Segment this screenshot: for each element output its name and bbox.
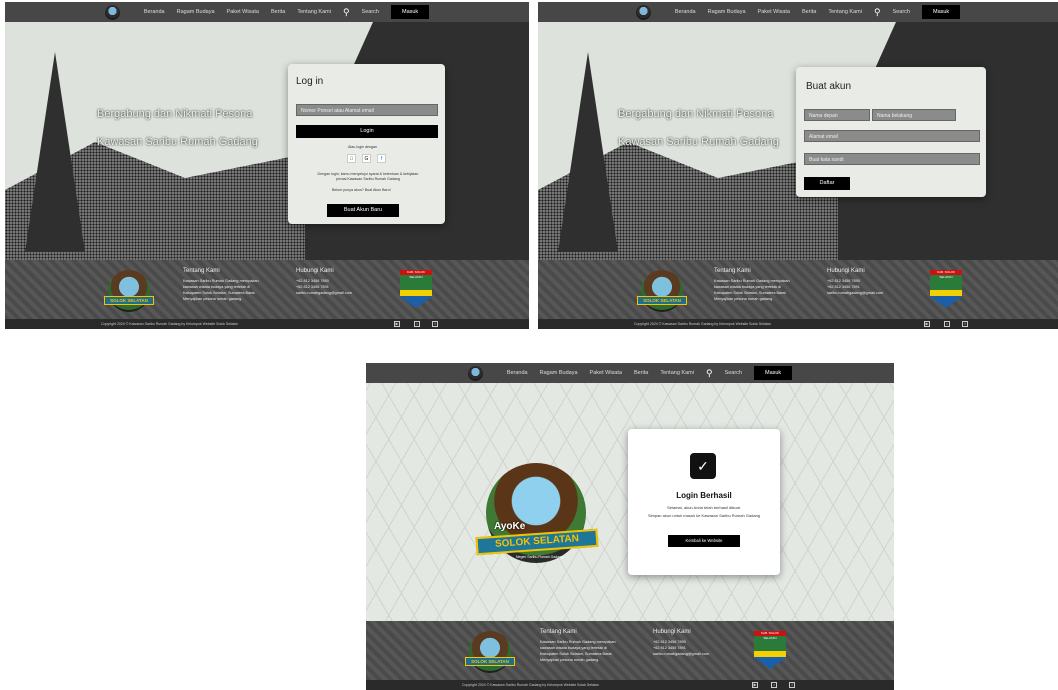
brand-logo: AyoKe SOLOK SELATAN Negeri Saribu Rumah …	[475, 463, 599, 563]
signup-card: Buat akun Nama depan Nama belakang Alama…	[796, 67, 986, 197]
regency-crest-icon: KAB. SOLOK SELATAN	[930, 270, 962, 308]
success-card: ✓ Login Berhasil Selamat, akun Anda tela…	[628, 429, 780, 575]
regency-crest-icon: KAB. SOLOK SELATAN	[754, 631, 786, 669]
youtube-icon[interactable]: ▶	[752, 682, 758, 688]
signup-screen: Beranda Ragam Budaya Paket Wisata Berita…	[538, 2, 1058, 329]
signup-title: Buat akun	[806, 81, 852, 92]
nav-ragam-budaya[interactable]: Ragam Budaya	[540, 370, 578, 376]
about-section: Tentang Kami Kawasan Saribu Rumah Gadang…	[714, 268, 790, 301]
nav-beranda[interactable]: Beranda	[675, 9, 696, 15]
copyright-bar: Copyright 2024 © Kawasan Saribu Rumah Ga…	[5, 319, 529, 329]
masuk-button[interactable]: Masuk	[921, 5, 961, 19]
instagram-icon[interactable]: ○	[944, 321, 950, 327]
footer: SOLOK SELATAN Tentang Kami Kawasan Sarib…	[5, 260, 529, 319]
facebook-icon[interactable]: f	[377, 154, 386, 163]
nav-paket-wisata[interactable]: Paket Wisata	[590, 370, 622, 376]
new-account-button[interactable]: Buat Akun Baru	[327, 204, 399, 217]
hero-line-2: Kawasan Saribu Rumah Gadang	[618, 136, 779, 148]
facebook-footer-icon[interactable]: f	[962, 321, 968, 327]
contact-section: Hubungi Kami +62 812 3456 7890 +62 812 34…	[653, 629, 709, 656]
masuk-button[interactable]: Masuk	[753, 366, 793, 380]
apple-icon[interactable]: 	[347, 154, 356, 163]
top-nav: Beranda Ragam Budaya Paket Wisata Berita…	[366, 363, 894, 383]
daftar-button[interactable]: Daftar	[804, 177, 850, 190]
instagram-icon[interactable]: ○	[414, 321, 420, 327]
brand-logo-icon: SOLOK SELATAN	[637, 270, 687, 312]
search-icon[interactable]: ⚲	[874, 7, 881, 18]
hero-line-1: Bergabung dan Nikmati Pesona	[97, 108, 253, 120]
copyright-text: Copyright 2024 © Kawasan Saribu Rumah Ga…	[634, 322, 771, 326]
facebook-footer-icon[interactable]: f	[432, 321, 438, 327]
site-logo-icon[interactable]	[635, 4, 651, 20]
hero-line-2: Kawasan Saribu Rumah Gadang	[97, 136, 258, 148]
pattern-background: AyoKe SOLOK SELATAN Negeri Saribu Rumah …	[366, 383, 894, 621]
nav-paket-wisata[interactable]: Paket Wisata	[227, 9, 259, 15]
success-screen: Beranda Ragam Budaya Paket Wisata Berita…	[366, 363, 894, 690]
nav-paket-wisata[interactable]: Paket Wisata	[758, 9, 790, 15]
nav-tentang-kami[interactable]: Tentang Kami	[660, 370, 694, 376]
nav-berita[interactable]: Berita	[271, 9, 285, 15]
youtube-icon[interactable]: ▶	[394, 321, 400, 327]
email-field[interactable]: Alamat email	[804, 130, 980, 142]
instagram-icon[interactable]: ○	[771, 682, 777, 688]
brand-ayoke: AyoKe	[494, 521, 526, 532]
masuk-button[interactable]: Masuk	[390, 5, 430, 19]
password-field[interactable]: Buat kata sandi	[804, 153, 980, 165]
terms-text: Dengan login, kamu menyetujui syarat & k…	[317, 172, 419, 181]
brand-logo-icon: SOLOK SELATAN	[104, 270, 154, 312]
last-name-field[interactable]: Nama belakang	[872, 109, 956, 121]
contact-section: Hubungi Kami +62 812 3456 7890 +62 812 34…	[827, 268, 883, 295]
brand-name: SOLOK SELATAN	[475, 528, 599, 556]
search-label[interactable]: Search	[362, 9, 379, 15]
nav-beranda[interactable]: Beranda	[507, 370, 528, 376]
search-label[interactable]: Search	[893, 9, 910, 15]
back-to-website-button[interactable]: Kembali ke Website	[668, 535, 740, 547]
facebook-footer-icon[interactable]: f	[789, 682, 795, 688]
login-card: Log in Nomor Ponsel atau Alamat email Lo…	[288, 64, 445, 224]
copyright-bar: Copyright 2024 © Kawasan Saribu Rumah Ga…	[538, 319, 1058, 329]
login-button[interactable]: Login	[296, 125, 438, 138]
nav-ragam-budaya[interactable]: Ragam Budaya	[708, 9, 746, 15]
checkmark-icon: ✓	[690, 453, 716, 479]
search-icon[interactable]: ⚲	[706, 368, 713, 379]
footer: SOLOK SELATAN Tentang Kami Kawasan Sarib…	[366, 621, 894, 680]
no-account-text[interactable]: Belum punya akun? Buat Akun Baru!	[332, 188, 391, 192]
login-title: Log in	[296, 76, 324, 87]
hero-line-1: Bergabung dan Nikmati Pesona	[618, 108, 774, 120]
success-line-1: Selamat, akun Anda telah berhasil dibuat…	[667, 505, 741, 510]
search-label[interactable]: Search	[725, 370, 742, 376]
about-section: Tentang Kami Kawasan Saribu Rumah Gadang…	[183, 268, 259, 301]
brand-logo-icon: SOLOK SELATAN	[465, 631, 515, 673]
success-title: Login Berhasil	[676, 491, 732, 500]
or-label: Atau login dengan	[348, 145, 377, 149]
footer: SOLOK SELATAN Tentang Kami Kawasan Sarib…	[538, 260, 1058, 319]
search-icon[interactable]: ⚲	[343, 7, 350, 18]
copyright-text: Copyright 2024 © Kawasan Saribu Rumah Ga…	[462, 683, 599, 687]
hero-image: Bergabung dan Nikmati Pesona Kawasan Sar…	[538, 22, 1058, 260]
top-nav: Beranda Ragam Budaya Paket Wisata Berita…	[5, 2, 529, 22]
success-line-2: Simpan akun untuk masuk ke Kawasan Sarib…	[647, 513, 761, 518]
top-nav: Beranda Ragam Budaya Paket Wisata Berita…	[538, 2, 1058, 22]
copyright-bar: Copyright 2024 © Kawasan Saribu Rumah Ga…	[366, 680, 894, 690]
about-section: Tentang Kami Kawasan Saribu Rumah Gadang…	[540, 629, 616, 662]
regency-crest-icon: KAB. SOLOK SELATAN	[400, 270, 432, 308]
contact-section: Hubungi Kami +62 812 3456 7890 +62 812 34…	[296, 268, 352, 295]
nav-berita[interactable]: Berita	[634, 370, 648, 376]
email-field[interactable]: Nomor Ponsel atau Alamat email	[296, 104, 438, 116]
nav-tentang-kami[interactable]: Tentang Kami	[828, 9, 862, 15]
google-icon[interactable]: G	[362, 154, 371, 163]
brand-tagline: Negeri Saribu Rumah Gadang	[516, 555, 564, 559]
site-logo-icon[interactable]	[467, 365, 483, 381]
hero-image: Bergabung dan Nikmati Pesona Kawasan Sar…	[5, 22, 529, 260]
nav-ragam-budaya[interactable]: Ragam Budaya	[177, 9, 215, 15]
nav-berita[interactable]: Berita	[802, 9, 816, 15]
nav-beranda[interactable]: Beranda	[144, 9, 165, 15]
youtube-icon[interactable]: ▶	[924, 321, 930, 327]
first-name-field[interactable]: Nama depan	[804, 109, 870, 121]
copyright-text: Copyright 2024 © Kawasan Saribu Rumah Ga…	[101, 322, 238, 326]
site-logo-icon[interactable]	[104, 4, 120, 20]
nav-tentang-kami[interactable]: Tentang Kami	[297, 9, 331, 15]
login-screen: Beranda Ragam Budaya Paket Wisata Berita…	[5, 2, 529, 329]
